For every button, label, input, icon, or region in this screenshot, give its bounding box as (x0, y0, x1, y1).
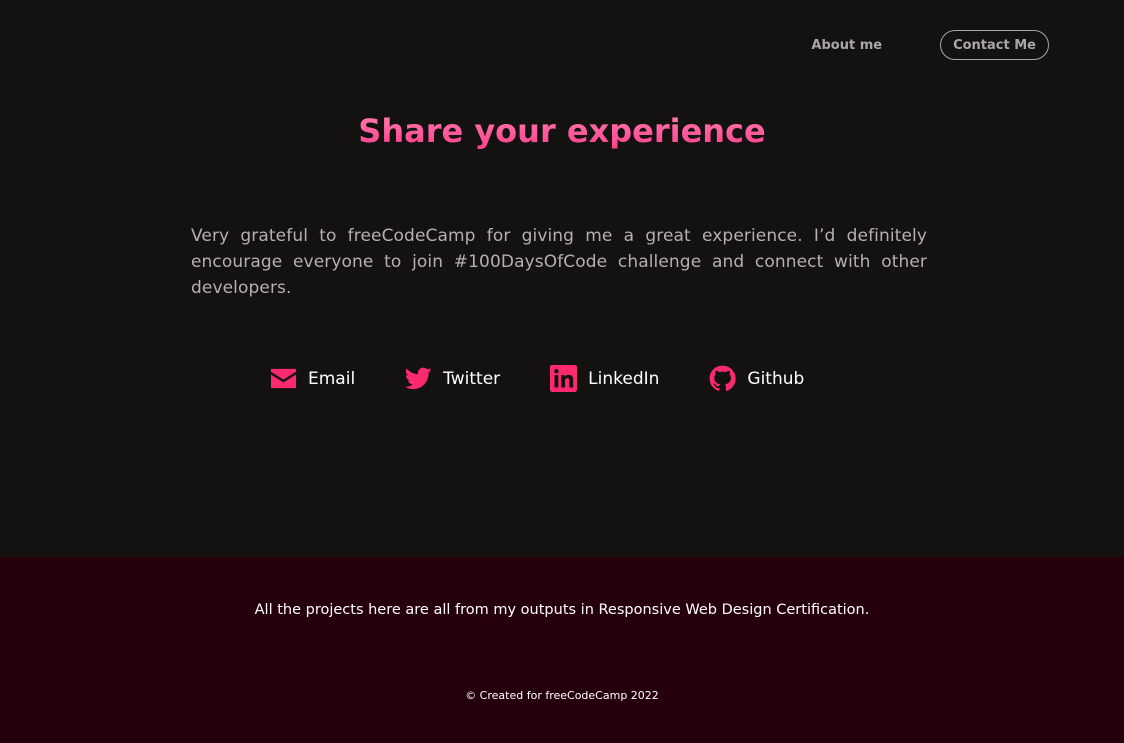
linkedin-link[interactable]: LinkedIn (550, 365, 659, 392)
social-links: Email Twitter LinkedIn Github (270, 365, 804, 392)
copyright-text: © Created for freeCodeCamp 2022 (465, 689, 659, 702)
email-label: Email (308, 368, 356, 389)
footer: All the projects here are all from my ou… (0, 557, 1124, 743)
github-link[interactable]: Github (709, 365, 804, 392)
twitter-icon (405, 365, 432, 392)
footer-text: All the projects here are all from my ou… (254, 602, 870, 618)
experience-paragraph: Very grateful to freeCodeCamp for giving… (191, 226, 927, 298)
twitter-label: Twitter (443, 368, 501, 389)
github-label: Github (747, 368, 805, 389)
about-me-link[interactable]: About me (811, 38, 882, 53)
linkedin-icon (550, 365, 578, 392)
email-link[interactable]: Email (270, 365, 355, 392)
twitter-link[interactable]: Twitter (405, 365, 500, 392)
envelope-icon (270, 365, 297, 392)
page-title: Share your experience (0, 112, 1124, 150)
top-nav: About me Contact Me (811, 30, 1049, 60)
linkedin-label: LinkedIn (588, 368, 660, 389)
github-icon (709, 365, 737, 392)
contact-me-button[interactable]: Contact Me (940, 30, 1049, 60)
